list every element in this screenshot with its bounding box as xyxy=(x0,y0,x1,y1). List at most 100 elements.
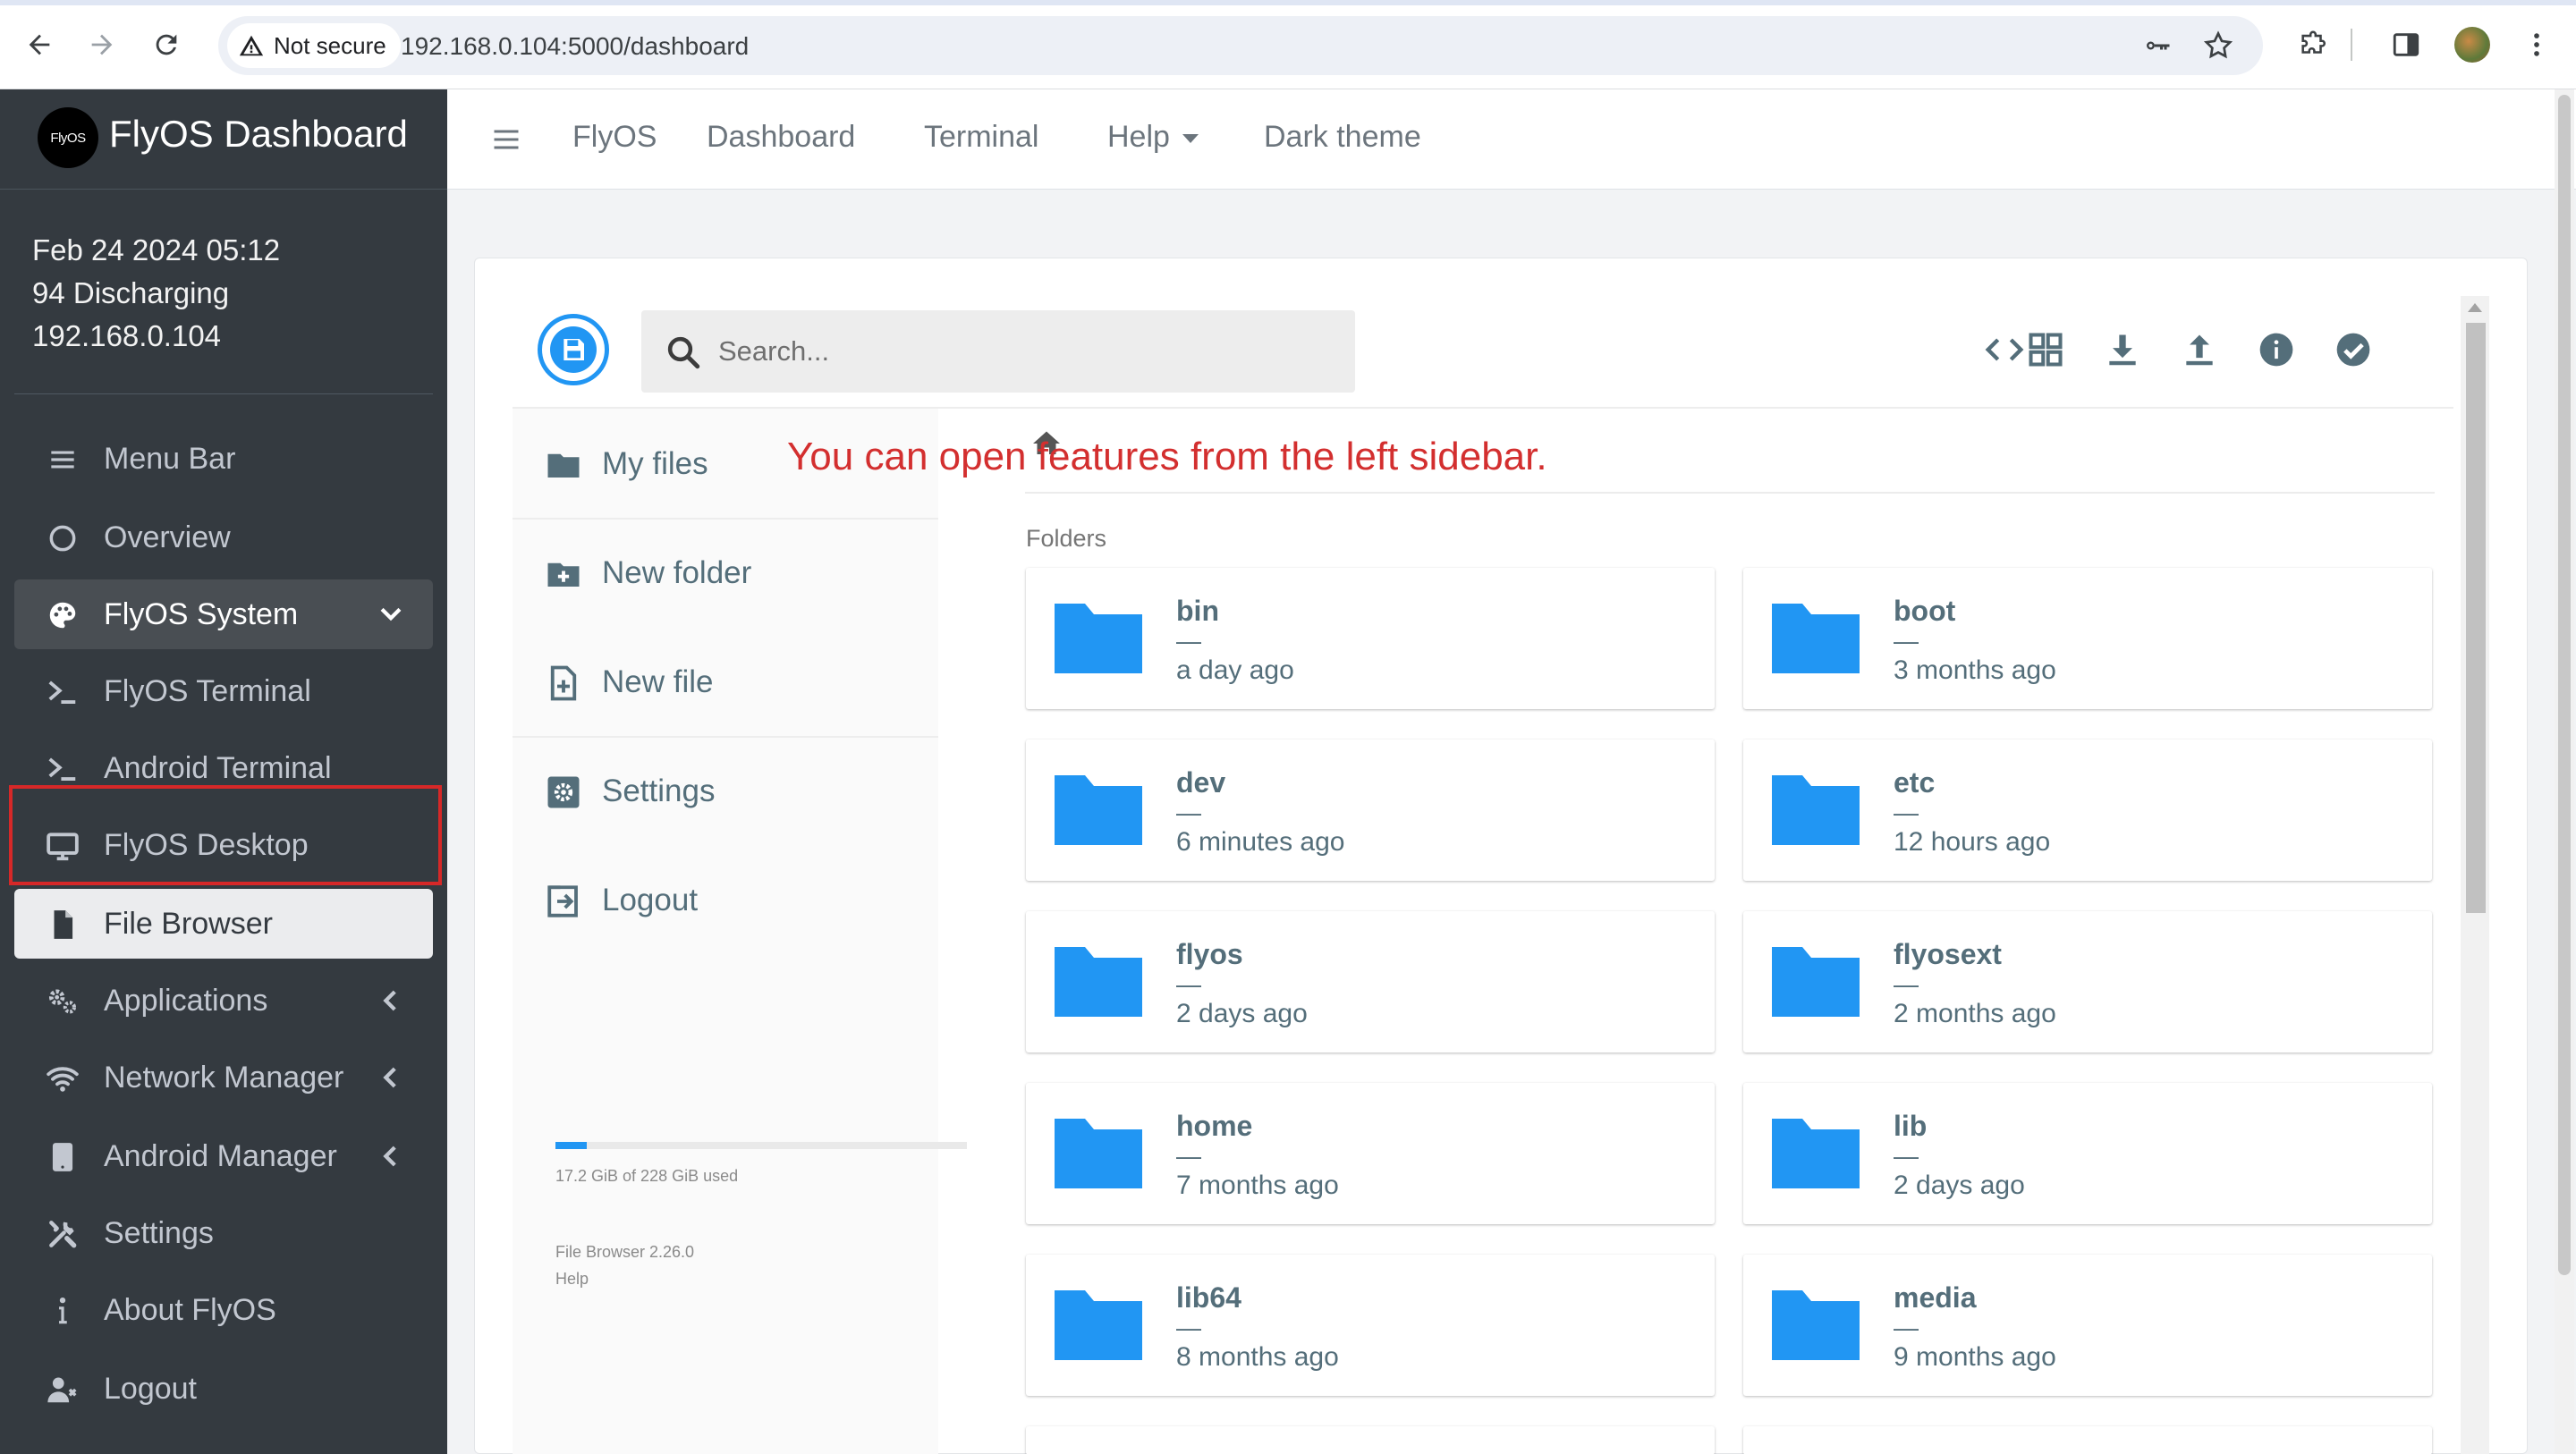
info-button[interactable] xyxy=(2255,328,2298,371)
system-datetime: Feb 24 2024 05:12 xyxy=(32,233,281,266)
folder-item[interactable]: media —9 months ago xyxy=(1743,1255,2432,1396)
back-button[interactable] xyxy=(18,23,61,66)
folder-icon xyxy=(1055,604,1142,673)
folder-item[interactable]: boot —3 months ago xyxy=(1743,568,2432,709)
folder-item[interactable]: etc —12 hours ago xyxy=(1743,740,2432,881)
nav-link-terminal[interactable]: Terminal xyxy=(924,120,1038,155)
folder-size: — xyxy=(1176,799,1201,826)
select-multiple-button[interactable] xyxy=(2332,328,2375,371)
folder-item-partial[interactable] xyxy=(1026,1426,1715,1454)
brand-link[interactable]: FlyOS FlyOS Dashboard xyxy=(0,89,447,190)
nav-link-dashboard[interactable]: Dashboard xyxy=(707,120,855,155)
profile-button[interactable] xyxy=(2451,23,2494,66)
extensions-button[interactable] xyxy=(2292,23,2334,66)
side-panel-icon xyxy=(2393,33,2419,56)
create-folder-icon xyxy=(547,562,580,587)
key-icon[interactable] xyxy=(2141,30,2174,62)
sidebar-item-label: Applications xyxy=(104,984,268,1018)
folder-modified: 3 months ago xyxy=(1894,655,2056,685)
sidebar-item-flyos-terminal[interactable]: FlyOS Terminal xyxy=(14,656,433,726)
highlight-box xyxy=(9,785,442,885)
exit-icon xyxy=(547,885,578,917)
hamburger-icon[interactable] xyxy=(490,123,522,156)
sidebar-item-label: Android Terminal xyxy=(104,751,332,785)
file-browser-logo[interactable] xyxy=(538,314,609,385)
fb-logout[interactable]: Logout xyxy=(513,845,938,952)
sidebar-item-applications[interactable]: Applications xyxy=(14,966,433,1036)
reload-button[interactable] xyxy=(145,23,188,66)
folder-icon xyxy=(1055,1119,1142,1188)
chevron-left-icon xyxy=(383,1145,396,1167)
browser-menu-button[interactable] xyxy=(2515,23,2558,66)
side-panel-button[interactable] xyxy=(2385,23,2428,66)
scroll-up-arrow-icon[interactable] xyxy=(2468,303,2482,312)
fb-help-link[interactable]: Help xyxy=(555,1265,694,1292)
sidebar-item-label: Overview xyxy=(104,520,231,554)
terminal-icon xyxy=(45,676,80,708)
folder-item[interactable]: lib64—8 months ago xyxy=(1026,1255,1715,1396)
folder-modified: 12 hours ago xyxy=(1894,827,2051,857)
user-icon xyxy=(45,1374,80,1406)
sidebar-item-file-browser[interactable]: File Browser xyxy=(14,889,433,959)
fb-version-text: File Browser 2.26.0 xyxy=(555,1243,695,1261)
folder-size: — xyxy=(1894,799,1919,826)
url-text[interactable]: 192.168.0.104:5000/dashboard xyxy=(401,32,749,61)
sidebar-item-flyos-system[interactable]: FlyOS System xyxy=(14,579,433,649)
sidebar-item-network-manager[interactable]: Network Manager xyxy=(14,1043,433,1112)
search-bar[interactable] xyxy=(641,310,1355,393)
tools-icon xyxy=(45,1218,80,1250)
folder-item-partial[interactable] xyxy=(1743,1426,2432,1454)
folder-item[interactable]: bin — a day ago xyxy=(1026,568,1715,709)
sidebar-item-logout[interactable]: Logout xyxy=(14,1354,433,1424)
address-bar[interactable]: Not secure 192.168.0.104:5000/dashboard xyxy=(218,16,2263,75)
folder-item[interactable]: flyos —2 days ago xyxy=(1026,911,1715,1052)
upload-icon xyxy=(2186,334,2213,366)
folder-icon xyxy=(1055,947,1142,1017)
fb-new-file[interactable]: New file xyxy=(513,627,938,734)
sidebar-item-settings[interactable]: Settings xyxy=(14,1198,433,1268)
brand-title: FlyOS Dashboard xyxy=(109,113,408,155)
sidebar-item-label: FlyOS System xyxy=(104,597,299,631)
forward-button[interactable] xyxy=(80,23,123,66)
folder-icon xyxy=(1772,1290,1860,1360)
security-chip[interactable]: Not secure xyxy=(227,23,401,68)
avatar xyxy=(2454,27,2490,63)
fb-side-label: My files xyxy=(602,446,708,481)
info-icon xyxy=(45,1295,80,1327)
page-scroll-thumb[interactable] xyxy=(2558,95,2571,1275)
folder-item[interactable]: lib —2 days ago xyxy=(1743,1083,2432,1224)
listing-scroll-thumb[interactable] xyxy=(2466,323,2486,913)
sidebar-item-menu-bar[interactable]: Menu Bar xyxy=(14,424,433,494)
gears-icon xyxy=(45,985,80,1018)
toggle-view-source-button[interactable] xyxy=(1983,328,2026,371)
fb-new-folder[interactable]: New folder xyxy=(513,518,938,625)
switch-view-button[interactable] xyxy=(2024,328,2067,371)
folder-item[interactable]: dev —6 minutes ago xyxy=(1026,740,1715,881)
chevron-left-icon xyxy=(383,1067,396,1088)
nav-link-flyos[interactable]: FlyOS xyxy=(572,120,657,155)
nav-link-help-label: Help xyxy=(1107,120,1170,154)
caret-down-icon xyxy=(1182,134,1199,144)
star-icon[interactable] xyxy=(2202,30,2234,62)
search-icon xyxy=(667,336,700,369)
chevron-left-icon xyxy=(383,990,396,1011)
browser-toolbar: Not secure 192.168.0.104:5000/dashboard xyxy=(0,0,2576,89)
nav-dropdown-help[interactable]: Help xyxy=(1107,120,1199,155)
folder-name: home xyxy=(1176,1110,1253,1142)
folder-icon xyxy=(1772,775,1860,845)
upload-button[interactable] xyxy=(2178,328,2221,371)
sidebar-item-about[interactable]: About FlyOS xyxy=(14,1275,433,1345)
fb-side-label: New file xyxy=(602,664,714,699)
download-button[interactable] xyxy=(2101,328,2144,371)
folder-item[interactable]: flyosext —2 months ago xyxy=(1743,911,2432,1052)
sidebar-item-overview[interactable]: Overview xyxy=(14,503,433,572)
reload-icon xyxy=(156,34,177,55)
arrow-right-icon xyxy=(91,34,113,55)
nav-link-dark-theme[interactable]: Dark theme xyxy=(1264,120,1421,155)
fb-settings[interactable]: Settings xyxy=(513,736,938,843)
sidebar-item-android-manager[interactable]: Android Manager xyxy=(14,1121,433,1191)
disk-usage-bar xyxy=(555,1142,967,1149)
ip-address: 192.168.0.104 xyxy=(32,319,222,352)
folder-item[interactable]: home —7 months ago xyxy=(1026,1083,1715,1224)
search-input[interactable] xyxy=(718,330,1326,373)
